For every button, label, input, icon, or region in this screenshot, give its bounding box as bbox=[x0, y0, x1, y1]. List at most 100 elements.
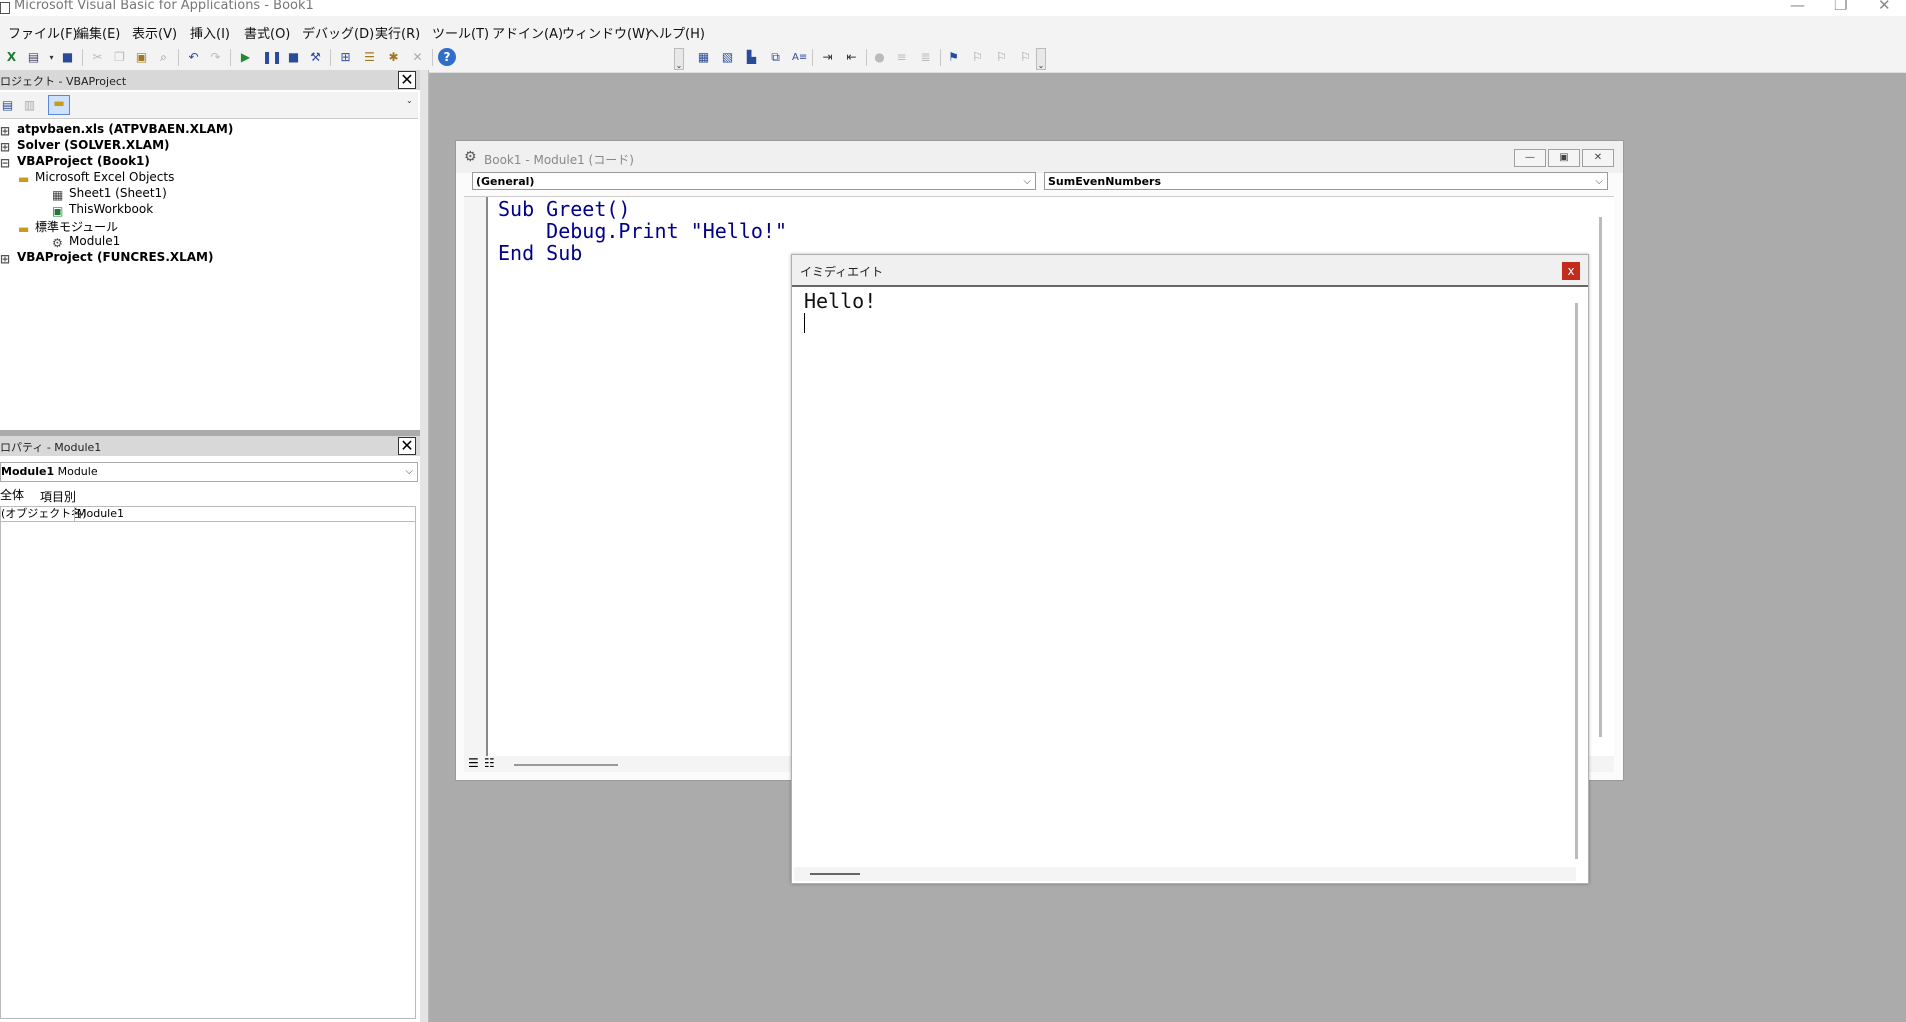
pane-splitter[interactable] bbox=[420, 70, 429, 1022]
code-minimize-icon[interactable]: — bbox=[1514, 149, 1546, 167]
help-icon[interactable]: ? bbox=[438, 48, 456, 66]
properties-window-icon[interactable]: ☰ bbox=[362, 50, 377, 65]
code-line-3: End Sub bbox=[498, 241, 583, 265]
immediate-window: イミディエイト x Hello! bbox=[791, 254, 1589, 884]
menu-help[interactable]: ヘルプ(H) bbox=[646, 23, 705, 42]
tree-item-solver[interactable]: ⊞ Solver (SOLVER.XLAM) bbox=[0, 138, 170, 154]
outdent-icon[interactable]: ⇤ bbox=[844, 50, 859, 65]
pane-toolbar-grip-icon[interactable]: ⌄ bbox=[406, 96, 413, 105]
immediate-output-line: Hello! bbox=[804, 289, 877, 313]
standard-toolbar: X ▤ ▾ ■ ✂ ❐ ▣ ⌕ ↶ ↷ ▶ ❚❚ ■ ⚒ ⊞ ☰ ✱ ✕ ? ⌄… bbox=[0, 44, 1906, 73]
restore-icon[interactable]: ❐ bbox=[1834, 0, 1847, 14]
toggle-bookmark-icon[interactable]: ⚑ bbox=[946, 50, 961, 65]
immediate-text-area[interactable]: Hello! bbox=[794, 287, 1576, 867]
project-explorer-pane: ロジェクト - VBAProject ✕ ▤ ▥ ▬ ⌄ ⊞ atpvbaen.x… bbox=[0, 70, 420, 430]
project-explorer-icon[interactable]: ⊞ bbox=[338, 50, 353, 65]
project-pane-title-bar: ロジェクト - VBAProject ✕ bbox=[0, 70, 420, 90]
copy-icon[interactable]: ❐ bbox=[112, 50, 127, 65]
tree-item-standard-modules[interactable]: ▬ 標準モジュール bbox=[18, 218, 118, 236]
tab-all[interactable]: 全体 bbox=[0, 486, 24, 503]
tree-item-atpvbaen[interactable]: ⊞ atpvbaen.xls (ATPVBAEN.XLAM) bbox=[0, 122, 233, 138]
close-icon[interactable]: ✕ bbox=[1878, 0, 1891, 14]
view-code-icon[interactable]: ▤ bbox=[0, 98, 15, 113]
code-line-2: Debug.Print "Hello!" bbox=[498, 219, 787, 243]
menu-format[interactable]: 書式(O) bbox=[244, 23, 290, 42]
find-icon[interactable]: ⌕ bbox=[156, 50, 171, 65]
comment-block-icon[interactable]: ≡ bbox=[894, 50, 909, 65]
project-pane-close-icon[interactable]: ✕ bbox=[398, 71, 416, 89]
tree-item-funcres[interactable]: ⊞ VBAProject (FUNCRES.XLAM) bbox=[0, 250, 213, 266]
menu-debug[interactable]: デバッグ(D) bbox=[302, 23, 374, 42]
tree-item-vbaproject-book1[interactable]: ⊟ VBAProject (Book1) bbox=[0, 154, 150, 170]
next-bookmark-icon[interactable]: ⚐ bbox=[970, 50, 985, 65]
indent-icon[interactable]: ⇥ bbox=[820, 50, 835, 65]
menu-run[interactable]: 実行(R) bbox=[375, 23, 420, 42]
tab-category[interactable]: 項目別 bbox=[40, 488, 76, 505]
clear-bookmarks-icon[interactable]: ⚐ bbox=[1018, 50, 1033, 65]
quick-info-icon[interactable]: ▙ bbox=[744, 50, 759, 65]
project-pane-title: ロジェクト - VBAProject bbox=[0, 75, 127, 88]
object-browser-icon[interactable]: ✱ bbox=[386, 50, 401, 65]
property-row-name[interactable]: (オブジェクト名) Module1 bbox=[0, 506, 416, 522]
immediate-vertical-scrollbar[interactable] bbox=[1575, 303, 1578, 859]
immediate-close-icon[interactable]: x bbox=[1562, 262, 1580, 280]
run-icon[interactable]: ▶ bbox=[238, 50, 253, 65]
chevron-down-icon: ⌵ bbox=[1595, 176, 1603, 187]
toggle-folders-icon[interactable]: ▬ bbox=[48, 95, 70, 115]
excel-view-icon[interactable]: X bbox=[4, 50, 19, 65]
menu-bar: ファイル(F) 編集(E) 表示(V) 挿入(I) 書式(O) デバッグ(D) … bbox=[0, 16, 1906, 44]
menu-window[interactable]: ウィンドウ(W) bbox=[562, 23, 650, 42]
previous-bookmark-icon[interactable]: ⚐ bbox=[994, 50, 1009, 65]
list-properties-icon[interactable]: ▦ bbox=[696, 50, 711, 65]
insert-module-icon[interactable]: ▤ bbox=[26, 50, 41, 65]
toggle-breakpoint-icon[interactable]: ● bbox=[872, 50, 887, 65]
minimize-icon[interactable]: — bbox=[1790, 0, 1805, 14]
tree-item-module1[interactable]: ⚙ Module1 bbox=[52, 234, 120, 250]
project-pane-toolbar: ▤ ▥ ▬ ⌄ bbox=[0, 92, 418, 119]
toolbar-grip-icon[interactable]: ⌄ bbox=[674, 48, 684, 70]
insert-dropdown-icon[interactable]: ▾ bbox=[44, 50, 59, 65]
save-icon[interactable]: ■ bbox=[60, 50, 75, 65]
list-constants-icon[interactable]: ▧ bbox=[720, 50, 735, 65]
margin-indicator-bar[interactable] bbox=[464, 197, 488, 757]
parameter-info-icon[interactable]: ⧉ bbox=[768, 50, 783, 65]
properties-pane-close-icon[interactable]: ✕ bbox=[398, 437, 416, 455]
tree-item-thisworkbook[interactable]: ▣ ThisWorkbook bbox=[52, 202, 153, 218]
toolbox-icon[interactable]: ✕ bbox=[410, 50, 425, 65]
full-module-view-icon[interactable]: ☷ bbox=[484, 756, 495, 770]
code-maximize-icon[interactable]: ▣ bbox=[1548, 149, 1580, 167]
menu-edit[interactable]: 編集(E) bbox=[76, 23, 120, 42]
redo-icon[interactable]: ↷ bbox=[208, 50, 223, 65]
procedure-view-icon[interactable]: ☰ bbox=[468, 756, 479, 770]
chevron-down-icon: ⌵ bbox=[1023, 176, 1031, 187]
tree-item-sheet1[interactable]: ▦ Sheet1 (Sheet1) bbox=[52, 186, 167, 202]
properties-pane: ロパティ - Module1 ✕ Module1 Module ⌵ 全体 項目別… bbox=[0, 436, 420, 1022]
code-line-1: Sub Greet() bbox=[498, 197, 631, 221]
menu-view[interactable]: 表示(V) bbox=[132, 23, 177, 42]
design-mode-icon[interactable]: ⚒ bbox=[308, 50, 323, 65]
code-window-icon: ⚙ bbox=[464, 149, 477, 165]
break-icon[interactable]: ❚❚ bbox=[262, 50, 282, 65]
tree-item-excel-objects[interactable]: ▬ Microsoft Excel Objects bbox=[18, 170, 174, 186]
immediate-horizontal-scrollbar[interactable] bbox=[810, 873, 860, 875]
complete-word-icon[interactable]: A≡ bbox=[792, 50, 807, 65]
uncomment-block-icon[interactable]: ≣ bbox=[918, 50, 933, 65]
procedure-combo[interactable]: SumEvenNumbers ⌵ bbox=[1044, 172, 1608, 190]
horizontal-scrollbar[interactable] bbox=[514, 764, 618, 766]
reset-icon[interactable]: ■ bbox=[286, 50, 301, 65]
cut-icon[interactable]: ✂ bbox=[90, 50, 105, 65]
menu-file[interactable]: ファイル(F) bbox=[8, 23, 78, 42]
property-grid bbox=[0, 522, 416, 1019]
vertical-scrollbar[interactable] bbox=[1599, 217, 1602, 737]
menu-tools[interactable]: ツール(T) bbox=[432, 23, 489, 42]
code-close-icon[interactable]: ✕ bbox=[1582, 149, 1614, 167]
vba-app-icon bbox=[0, 2, 10, 14]
object-selector[interactable]: Module1 Module ⌵ bbox=[0, 462, 418, 482]
menu-addins[interactable]: アドイン(A) bbox=[492, 23, 563, 42]
undo-icon[interactable]: ↶ bbox=[186, 50, 201, 65]
toolbar-grip-2-icon[interactable]: ⌄ bbox=[1036, 48, 1046, 70]
view-object-icon[interactable]: ▥ bbox=[22, 98, 37, 113]
menu-insert[interactable]: 挿入(I) bbox=[190, 23, 230, 42]
object-combo[interactable]: (General) ⌵ bbox=[472, 172, 1036, 190]
paste-icon[interactable]: ▣ bbox=[134, 50, 149, 65]
